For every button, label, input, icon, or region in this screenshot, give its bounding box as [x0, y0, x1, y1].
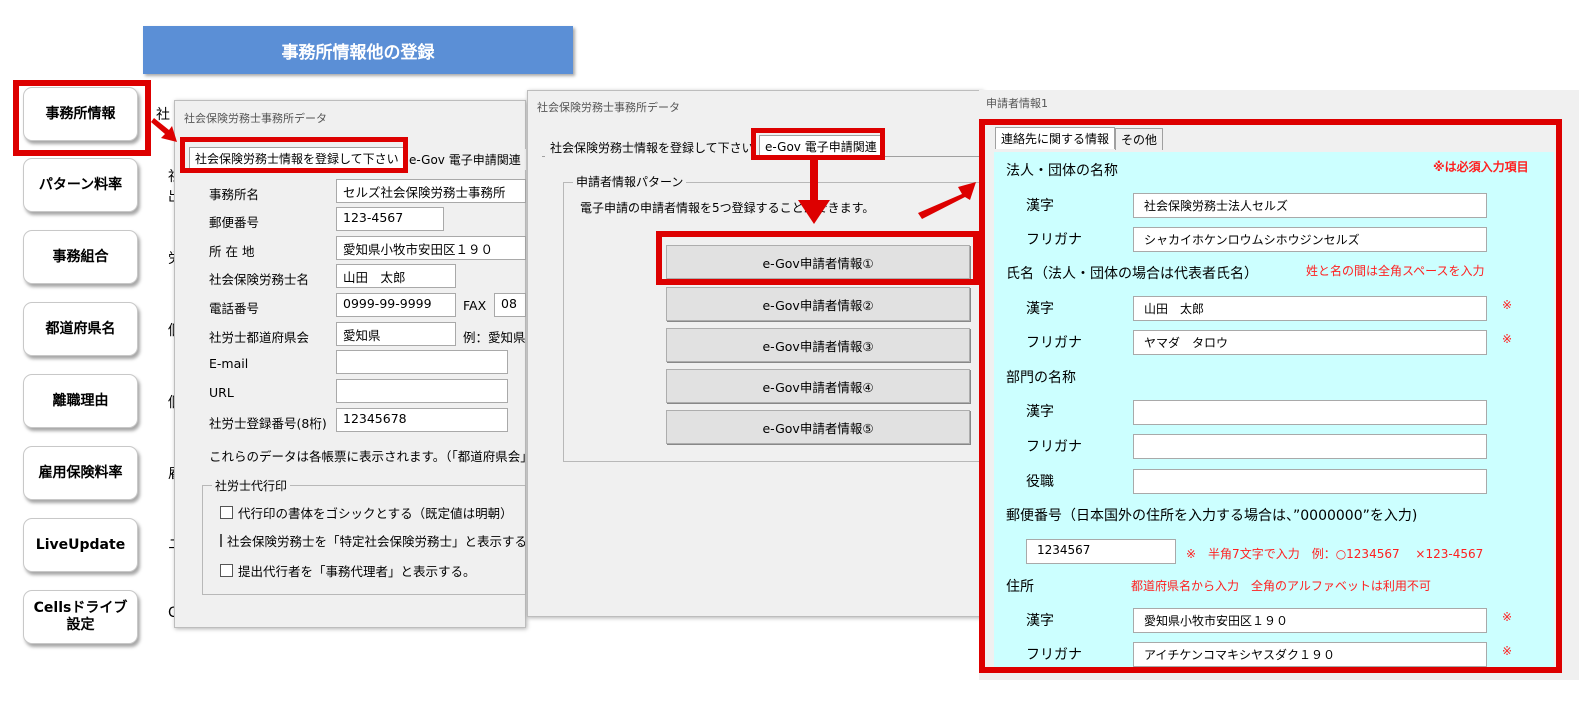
arrow-down-icon	[798, 160, 830, 224]
arrow-overlay	[151, 118, 976, 224]
arrow-right-icon	[918, 182, 976, 219]
arrow-icon	[151, 118, 177, 142]
